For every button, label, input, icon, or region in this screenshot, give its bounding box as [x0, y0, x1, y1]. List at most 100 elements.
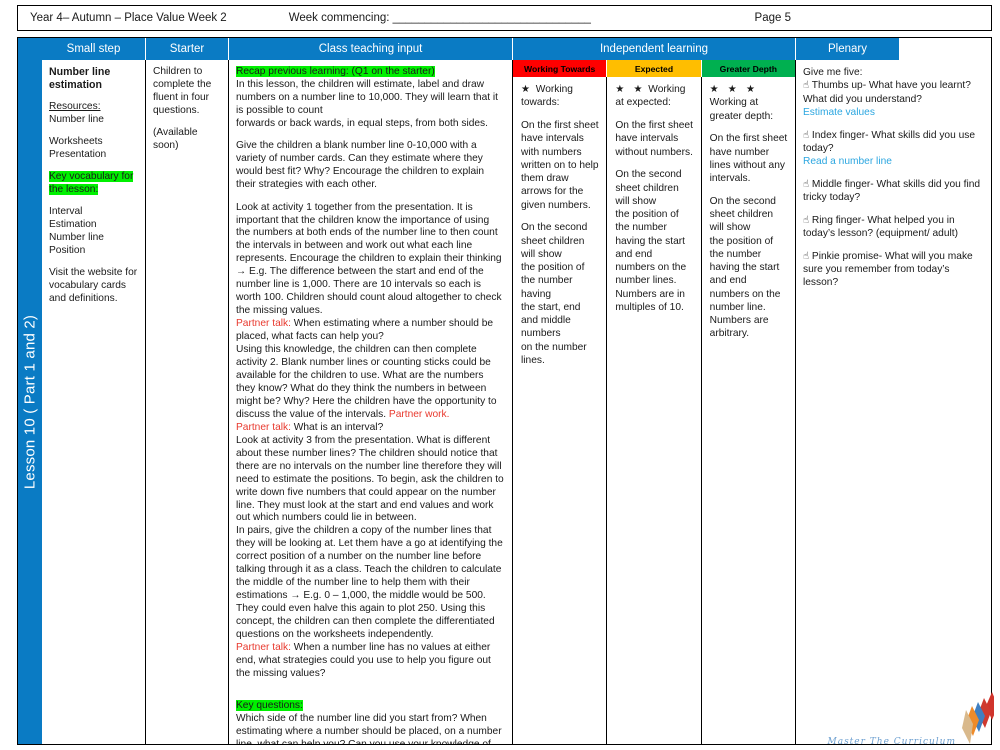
band-working-towards: Working Towards [513, 60, 608, 77]
worksheet-page: Year 4– Autumn – Place Value Week 2 Week… [0, 0, 1000, 750]
small-step-material-presentation: Presentation [49, 149, 107, 161]
working-towards-para-2: On the second sheet children will show [521, 222, 588, 260]
key-questions-heading: Key questions: [236, 699, 303, 711]
starter-availability: (Available soon) [153, 126, 198, 151]
working-towards-heading: ★ Working towards: [521, 84, 573, 109]
cell-plenary: Give me five: ☝ Thumbs up- What have you… [796, 60, 991, 744]
partner-talk-1: Partner talk: When estimating where a nu… [236, 318, 494, 343]
plenary-link-estimate-values[interactable]: Estimate values [803, 106, 985, 119]
small-step-material-worksheets: Worksheets [49, 136, 103, 148]
teaching-para-1: In this lesson, the children will estima… [236, 78, 499, 116]
column-greater-depth: ★ ★ ★ Working at greater depth: On the f… [702, 77, 795, 744]
cell-small-step: Number line estimation Resources: Number… [42, 60, 146, 744]
greater-depth-stars: ★ ★ ★ [710, 83, 788, 96]
working-towards-para-3: the position of the number having [521, 262, 585, 300]
column-working-towards: ★ Working towards: On the first sheet ha… [513, 77, 608, 744]
greater-depth-para-3: the position of the number having the st… [709, 235, 781, 340]
cell-starter: Children to complete the fluent in four … [146, 60, 229, 744]
working-towards-para-5: on the number lines. [521, 341, 587, 366]
band-expected: Expected [607, 60, 702, 77]
plenary-item: ☝ Ring finger- What helped you in today’… [803, 214, 958, 239]
recap-heading: Recap previous learning: (Q1 on the star… [236, 66, 435, 77]
cell-class-teaching-input: Recap previous learning: (Q1 on the star… [229, 60, 513, 744]
header-title: Year 4– Autumn – Place Value Week 2 [30, 12, 227, 24]
plenary-item: ☝ Pinkie promise- What will you make sur… [803, 250, 973, 289]
lesson-spine: Lesson 10 ( Part 1 and 2) [18, 60, 42, 744]
teaching-para-1b: forwards or back wards, in equal steps, … [236, 117, 488, 129]
small-step-vocab-heading: Key vocabulary for the lesson: [49, 171, 134, 196]
plenary-intro: Give me five: [803, 67, 863, 78]
vocab-item: Estimation [49, 219, 97, 231]
small-step-resources: Number line [49, 114, 104, 126]
star-icon: ★ ★ [615, 84, 646, 95]
expected-heading: ★ ★ Working at expected: [615, 84, 686, 109]
greater-depth-para-1: On the first sheet have number lines wit… [709, 133, 788, 184]
working-towards-para-1: On the first sheet have intervals with n… [521, 120, 599, 211]
teaching-para-6: In pairs, give the children a copy of th… [236, 525, 503, 641]
table-body-row: Lesson 10 ( Part 1 and 2) Number line es… [18, 60, 991, 744]
expected-para-2: On the second sheet children will show [615, 169, 682, 207]
starter-text: Children to complete the fluent in four … [153, 66, 212, 116]
expected-para-3: the position of the number having the st… [615, 209, 687, 313]
plenary-link-read-a-number-line[interactable]: Read a number line [803, 155, 985, 168]
plenary-item: ☝ Middle finger- What skills did you fin… [803, 178, 981, 203]
column-header-starter: Starter [146, 38, 229, 60]
small-step-website-note: Visit the website for vocabulary cards a… [49, 267, 138, 304]
differentiation-bands: Working Towards Expected Greater Depth [513, 60, 795, 77]
partner-talk-2: Partner talk: What is an interval? [236, 421, 384, 433]
header-page-number: Page 5 [754, 12, 791, 24]
column-header-independent-learning: Independent learning [513, 38, 796, 60]
band-greater-depth: Greater Depth [701, 60, 795, 77]
plenary-item: ☝ Thumbs up- What have you learnt? What … [803, 80, 971, 105]
document-header: Year 4– Autumn – Place Value Week 2 Week… [17, 5, 992, 31]
working-towards-para-4: the start, end and middle numbers [521, 301, 581, 340]
partner-talk-3: Partner talk: When a number line has no … [236, 641, 491, 679]
column-header-class-teaching-input: Class teaching input [229, 38, 513, 60]
vocab-item: Position [49, 245, 86, 257]
star-icon: ★ [521, 84, 533, 95]
teaching-para-2: Give the children a blank number line 0-… [236, 140, 485, 191]
column-header-small-step: Small step [42, 38, 146, 60]
vocab-item: Interval [49, 206, 83, 218]
cell-independent-learning: Working Towards Expected Greater Depth ★… [513, 60, 796, 744]
teaching-para-5: Look at activity 3 from the presentation… [236, 434, 504, 524]
key-questions-1: Which side of the number line did you st… [236, 712, 502, 744]
column-expected: ★ ★ Working at expected: On the first sh… [607, 77, 702, 744]
spine-header-spacer [18, 38, 42, 60]
plenary-item: ☝ Index finger- What skills did you use … [803, 129, 975, 154]
teaching-para-4: Using this knowledge, the children can t… [236, 344, 497, 420]
brand-logo-text: Master The Curriculum [827, 737, 956, 747]
lesson-spine-label: Lesson 10 ( Part 1 and 2) [21, 314, 39, 490]
expected-para-1: On the first sheet have intervals withou… [615, 120, 693, 158]
greater-depth-heading: Working at greater depth: [709, 97, 774, 122]
table-header-row: Small step Starter Class teaching input … [18, 38, 991, 60]
vocab-item: Number line [49, 232, 104, 244]
small-step-resources-label: Resources: [49, 101, 101, 113]
differentiation-columns: ★ Working towards: On the first sheet ha… [513, 77, 795, 744]
small-step-title: Number line estimation [49, 66, 111, 92]
teaching-para-3: Look at activity 1 together from the pre… [236, 201, 502, 317]
greater-depth-para-2: On the second sheet children will show [709, 195, 776, 234]
lesson-plan-table: Small step Starter Class teaching input … [17, 37, 992, 745]
star-icon: ★ ★ ★ [709, 84, 758, 95]
